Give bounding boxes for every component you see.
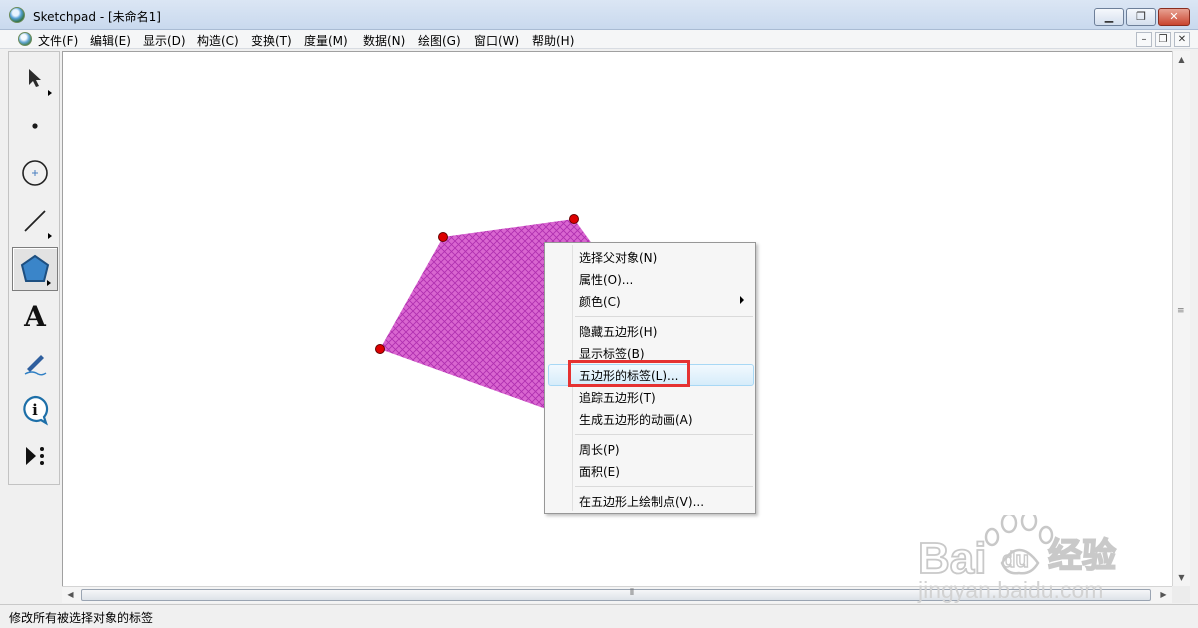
svg-text:du: du bbox=[1002, 547, 1029, 572]
sketchpad-app-icon[interactable] bbox=[9, 7, 25, 23]
marker-tool-icon bbox=[24, 355, 47, 376]
svg-text:i: i bbox=[32, 401, 38, 419]
menu-separator bbox=[575, 486, 753, 487]
straightedge-tool[interactable] bbox=[12, 199, 58, 243]
document-close-button[interactable]: ✕ bbox=[1174, 32, 1190, 47]
menu-bar: 文件(F) 编辑(E) 显示(D) 构造(C) 变换(T) 度量(M) 数据(N… bbox=[0, 30, 1198, 49]
menu-measure[interactable]: 度量(M) bbox=[304, 32, 348, 49]
document-minimize-button[interactable]: – bbox=[1136, 32, 1152, 47]
tool-palette: A i bbox=[8, 51, 60, 485]
status-text: 修改所有被选择对象的标签 bbox=[9, 611, 154, 625]
menu-item-color[interactable]: 颜色(C) bbox=[579, 293, 621, 310]
pentagon-vertex[interactable] bbox=[438, 232, 448, 242]
close-button[interactable]: ✕ bbox=[1158, 8, 1190, 26]
scroll-left-icon[interactable]: ◀ bbox=[62, 587, 79, 603]
scroll-corner bbox=[1172, 586, 1190, 603]
information-tool-icon: i bbox=[23, 395, 49, 426]
menu-separator bbox=[575, 434, 753, 435]
menu-construct[interactable]: 构造(C) bbox=[197, 32, 239, 49]
baidu-watermark-logo: Bai du 经验 jingyan.baidu.com bbox=[917, 510, 1117, 603]
arrow-select-icon bbox=[29, 69, 41, 87]
menu-data[interactable]: 数据(N) bbox=[363, 32, 405, 49]
pentagon-vertex[interactable] bbox=[569, 214, 579, 224]
scroll-right-icon[interactable]: ▶ bbox=[1155, 587, 1172, 603]
baidu-jingyan-watermark: Bai du 经验 jingyan.baidu.com bbox=[916, 510, 1146, 608]
arrow-select-tool[interactable] bbox=[12, 56, 58, 100]
window-title: Sketchpad - [未命名1] bbox=[33, 10, 161, 24]
svg-text:jingyan.baidu.com: jingyan.baidu.com bbox=[917, 577, 1103, 603]
menu-separator bbox=[575, 316, 753, 317]
menu-item-plot-point-on-pentagon[interactable]: 在五边形上绘制点(V)... bbox=[579, 493, 704, 510]
menu-display[interactable]: 显示(D) bbox=[143, 32, 186, 49]
custom-tool-icon bbox=[26, 447, 44, 465]
menu-item-select-parents[interactable]: 选择父对象(N) bbox=[579, 249, 657, 266]
information-tool[interactable]: i bbox=[12, 388, 58, 432]
point-tool-icon bbox=[32, 123, 38, 129]
menu-window[interactable]: 窗口(W) bbox=[474, 32, 519, 49]
svg-text:经验: 经验 bbox=[1048, 536, 1116, 576]
document-restore-button[interactable]: ❐ bbox=[1155, 32, 1171, 47]
scroll-grip-icon: ⦀ bbox=[630, 588, 634, 598]
menu-item-properties[interactable]: 属性(O)... bbox=[579, 271, 633, 288]
menu-help[interactable]: 帮助(H) bbox=[532, 32, 574, 49]
menu-item-area[interactable]: 面积(E) bbox=[579, 463, 620, 480]
menu-graph[interactable]: 绘图(G) bbox=[418, 32, 461, 49]
menu-transform[interactable]: 变换(T) bbox=[251, 32, 292, 49]
scroll-down-icon[interactable]: ▼ bbox=[1173, 569, 1190, 586]
marker-tool[interactable] bbox=[12, 341, 58, 385]
compass-tool-icon bbox=[22, 160, 48, 186]
document-icon[interactable] bbox=[18, 32, 32, 46]
text-tool-icon: A bbox=[24, 299, 46, 333]
polygon-tool[interactable] bbox=[12, 247, 58, 291]
submenu-arrow-icon bbox=[740, 296, 744, 304]
menu-item-hide-pentagon[interactable]: 隐藏五边形(H) bbox=[579, 323, 657, 340]
scroll-up-icon[interactable]: ▲ bbox=[1173, 51, 1190, 68]
vertical-scrollbar[interactable]: ▲ ≡ ▼ bbox=[1172, 51, 1190, 586]
point-tool[interactable] bbox=[12, 104, 58, 148]
text-tool[interactable]: A bbox=[12, 294, 58, 338]
straightedge-tool-icon bbox=[24, 210, 46, 232]
svg-text:Bai: Bai bbox=[918, 534, 986, 583]
menu-item-animate-pentagon[interactable]: 生成五边形的动画(A) bbox=[579, 411, 693, 428]
menu-item-perimeter[interactable]: 周长(P) bbox=[579, 441, 620, 458]
menu-edit[interactable]: 编辑(E) bbox=[90, 32, 131, 49]
menu-item-trace-pentagon[interactable]: 追踪五边形(T) bbox=[579, 389, 656, 406]
menu-file[interactable]: 文件(F) bbox=[38, 32, 78, 49]
minimize-button[interactable]: ▁ bbox=[1094, 8, 1124, 26]
compass-tool[interactable] bbox=[12, 151, 58, 195]
annotation-highlight-box bbox=[568, 360, 690, 387]
restore-button[interactable]: ❐ bbox=[1126, 8, 1156, 26]
pentagon-vertex[interactable] bbox=[375, 344, 385, 354]
scroll-grip-icon: ≡ bbox=[1177, 306, 1185, 316]
title-bar: Sketchpad - [未命名1] ▁ ❐ ✕ bbox=[0, 0, 1198, 30]
custom-tool[interactable] bbox=[12, 434, 58, 478]
